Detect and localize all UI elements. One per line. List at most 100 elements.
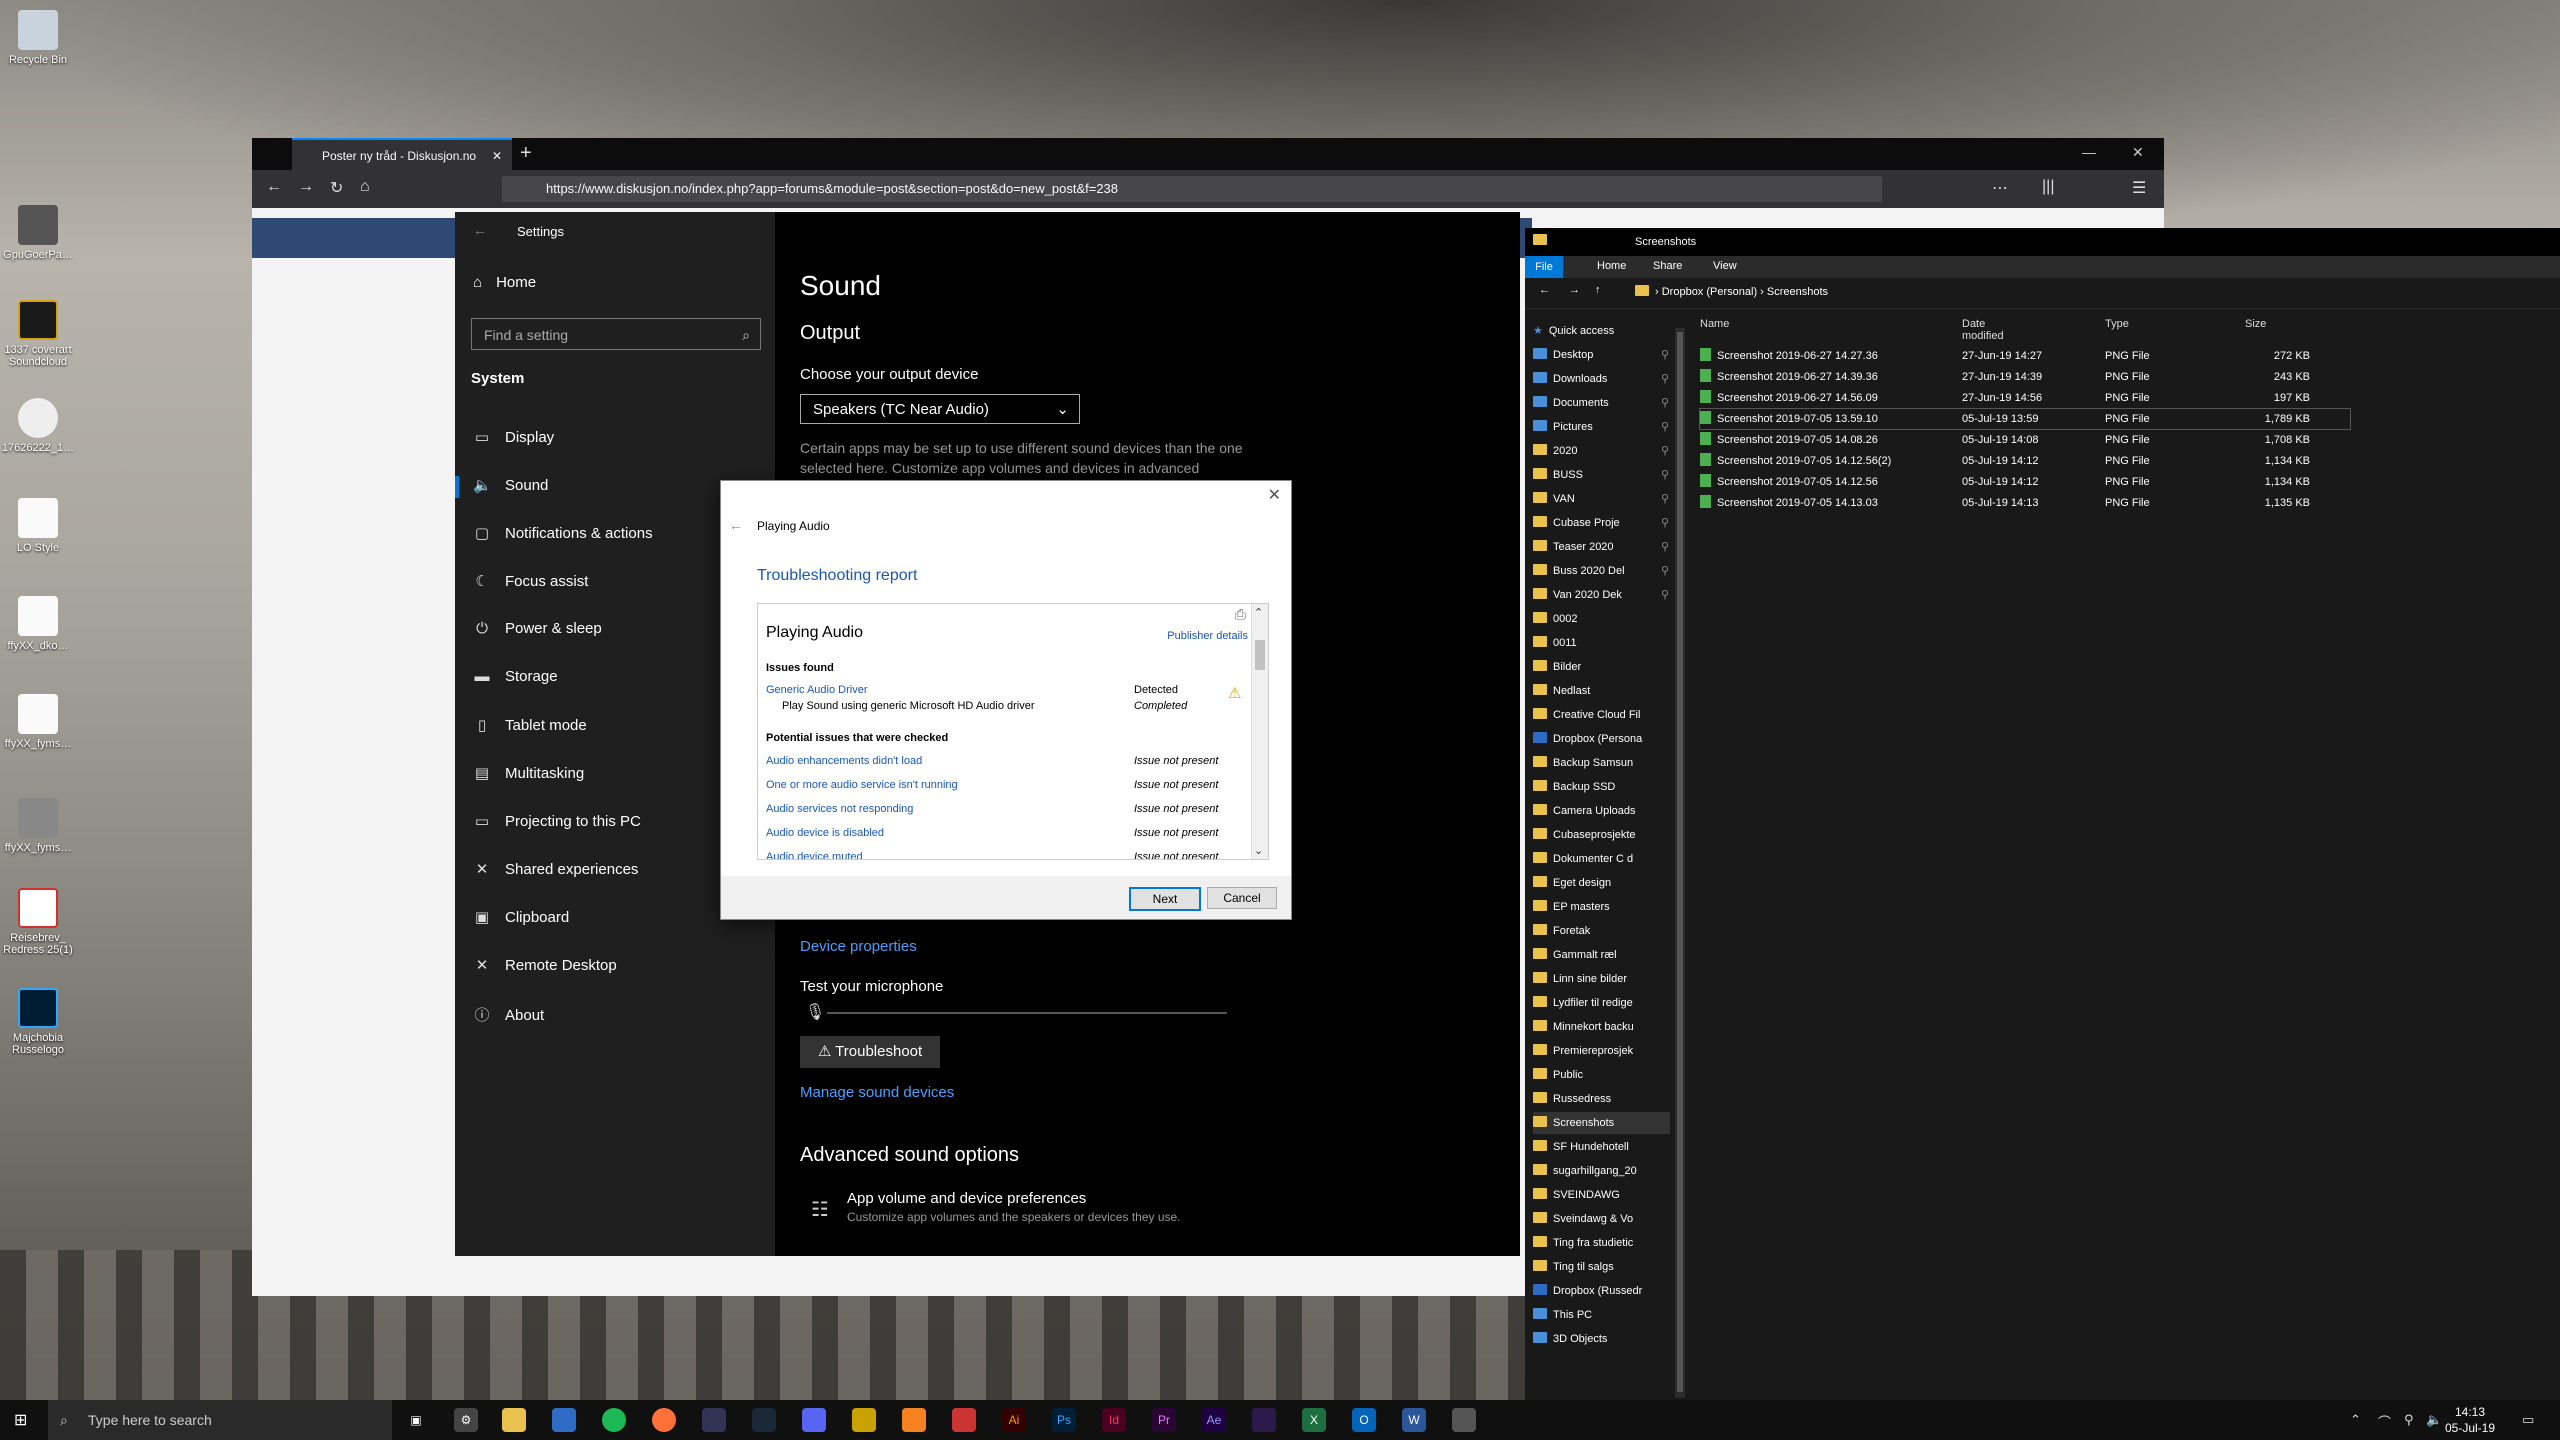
nav-item[interactable]: Gammalt ræl — [1533, 944, 1670, 966]
nav-item[interactable]: Cubaseprosjekte — [1533, 824, 1670, 846]
ribbon-tab-home[interactable]: Home — [1597, 260, 1626, 272]
nav-item[interactable]: Desktop ⚲ — [1533, 344, 1670, 366]
premiere-icon[interactable]: Pr — [1152, 1408, 1176, 1432]
nav-item[interactable]: Backup SSD — [1533, 776, 1670, 798]
scroll-down-icon[interactable]: ⌄ — [1254, 844, 1263, 857]
photoshop-icon[interactable]: Ps — [1052, 1408, 1076, 1432]
more-icon[interactable]: ⋯ — [1992, 178, 2008, 198]
network-icon[interactable]: ⌒ — [2378, 1412, 2391, 1431]
mail-icon[interactable] — [552, 1408, 576, 1432]
steam-icon[interactable] — [752, 1408, 776, 1432]
nav-item[interactable]: 3D Objects — [1533, 1328, 1670, 1350]
device-properties-link[interactable]: Device properties — [800, 938, 917, 955]
nav-item[interactable]: VAN ⚲ — [1533, 488, 1670, 510]
troubleshoot-button[interactable]: ⚠ Troubleshoot — [800, 1036, 940, 1068]
reload-icon[interactable]: ↻ — [330, 178, 343, 198]
sidebar-item-remote-desktop[interactable]: ✕ Remote Desktop — [473, 956, 617, 974]
nav-item[interactable]: 2020 ⚲ — [1533, 440, 1670, 462]
back-icon[interactable]: ← — [266, 178, 282, 196]
scroll-thumb[interactable] — [1677, 332, 1683, 1392]
back-icon[interactable]: ← — [1539, 284, 1550, 296]
nav-item[interactable]: Dropbox (Russedr — [1533, 1280, 1670, 1302]
indesign-icon[interactable]: Id — [1102, 1408, 1126, 1432]
taskbar-search-input[interactable]: ⌕ Type here to search — [48, 1400, 392, 1440]
desktop-icon[interactable]: 1337 coverart Soundcloud — [0, 300, 76, 368]
ribbon-tab-file[interactable]: File — [1525, 256, 1563, 278]
sidebar-item-about[interactable]: ⓘ About — [473, 1004, 544, 1025]
nav-item[interactable]: Bilder — [1533, 656, 1670, 678]
sidebar-item-sound[interactable]: 🔈 Sound — [473, 476, 548, 494]
nav-item[interactable]: Linn sine bilder — [1533, 968, 1670, 990]
usb-icon[interactable]: ⚲ — [2404, 1412, 2414, 1428]
nav-item[interactable]: Foretak — [1533, 920, 1670, 942]
desktop-icon[interactable]: ffyXX_fyms… — [0, 798, 76, 854]
nav-item[interactable]: 0011 — [1533, 632, 1670, 654]
file-row[interactable]: Screenshot 2019-07-05 14.08.26 05-Jul-19 … — [1700, 430, 2350, 450]
nav-item[interactable]: ★ Quick access — [1533, 320, 1670, 342]
app-icon[interactable] — [952, 1408, 976, 1432]
nav-item[interactable]: Premiereprosjek — [1533, 1040, 1670, 1062]
desktop-icon[interactable]: ffyXX_dko… — [0, 596, 76, 652]
checked-issue-link[interactable]: Audio device is disabled — [766, 827, 884, 839]
clock[interactable]: 14:13 05-Jul-19 — [2440, 1404, 2500, 1436]
back-icon[interactable]: ← — [473, 222, 487, 238]
after-effects-icon[interactable]: Ae — [1202, 1408, 1226, 1432]
nav-item[interactable]: Ting fra studietic — [1533, 1232, 1670, 1254]
checked-issue-link[interactable]: One or more audio service isn't running — [766, 779, 958, 791]
nav-item[interactable]: Ting til salgs — [1533, 1256, 1670, 1278]
column-type[interactable]: Type — [2105, 318, 2129, 330]
checked-issue-link[interactable]: Audio enhancements didn't load — [766, 755, 922, 767]
nav-scrollbar[interactable] — [1675, 328, 1685, 1398]
menu-icon[interactable]: ☰ — [2132, 178, 2146, 198]
browser-tab[interactable]: Poster ny tråd - Diskusjon.no ✕ — [292, 138, 512, 170]
scroll-up-icon[interactable]: ⌃ — [1254, 606, 1263, 619]
nav-item[interactable]: Documents ⚲ — [1533, 392, 1670, 414]
illustrator-icon[interactable]: Ai — [1002, 1408, 1026, 1432]
close-window-icon[interactable]: ✕ — [2132, 144, 2144, 161]
sidebar-item-display[interactable]: ▭ Display — [473, 428, 554, 446]
checked-issue-link[interactable]: Audio device muted — [766, 851, 863, 859]
column-date-modified[interactable]: Date modified — [1962, 318, 2004, 342]
settings-home[interactable]: ⌂ Home — [473, 274, 536, 291]
checked-issue-link[interactable]: Audio services not responding — [766, 803, 913, 815]
firefox-icon[interactable] — [652, 1408, 676, 1432]
cancel-button[interactable]: Cancel — [1207, 887, 1277, 909]
sidebar-item-tablet-mode[interactable]: ▯ Tablet mode — [473, 716, 587, 734]
file-row[interactable]: Screenshot 2019-07-05 13.59.10 05-Jul-19 … — [1699, 408, 2351, 430]
nav-item[interactable]: Pictures ⚲ — [1533, 416, 1670, 438]
word-icon[interactable]: W — [1402, 1408, 1426, 1432]
nav-item[interactable]: Sveindawg & Vo — [1533, 1208, 1670, 1230]
nav-item[interactable]: Public — [1533, 1064, 1670, 1086]
column-size[interactable]: Size — [2245, 318, 2266, 330]
manage-devices-link[interactable]: Manage sound devices — [800, 1084, 954, 1101]
sidebar-item-shared-experiences[interactable]: ✕ Shared experiences — [473, 860, 639, 878]
desktop-icon[interactable]: ffyXX_fyms… — [0, 694, 76, 750]
nav-item[interactable]: Camera Uploads — [1533, 800, 1670, 822]
column-name[interactable]: Name — [1700, 318, 1729, 330]
nav-item[interactable]: BUSS ⚲ — [1533, 464, 1670, 486]
forward-icon[interactable]: → — [298, 178, 314, 196]
address-bar[interactable]: ← → ↑ › Dropbox (Personal) › Screenshots — [1525, 278, 2560, 309]
sidebar-item-notifications[interactable]: ▢ Notifications & actions — [473, 524, 653, 542]
desktop-icon[interactable]: Majchobia Russelogo — [0, 988, 76, 1056]
nav-item[interactable]: sugarhillgang_20 — [1533, 1160, 1670, 1182]
up-icon[interactable]: ↑ — [1595, 284, 1601, 296]
ribbon-tab-share[interactable]: Share — [1653, 260, 1682, 272]
app-icon[interactable] — [1252, 1408, 1276, 1432]
app-icon[interactable] — [852, 1408, 876, 1432]
action-center-icon[interactable]: ▭ — [2522, 1412, 2534, 1428]
task-view-icon[interactable]: ▣ — [404, 1408, 428, 1432]
nav-item[interactable]: Eget design — [1533, 872, 1670, 894]
settings-search-input[interactable]: Find a setting ⌕ — [471, 318, 761, 350]
nav-item[interactable]: Nedlast — [1533, 680, 1670, 702]
output-device-select[interactable]: Speakers (TC Near Audio) ⌄ — [800, 394, 1080, 424]
nav-item[interactable]: Screenshots — [1533, 1112, 1670, 1134]
printer-icon[interactable]: ⎙ — [1235, 606, 1246, 623]
app-volume-link[interactable]: App volume and device preferences — [847, 1190, 1086, 1207]
ribbon-tab-view[interactable]: View — [1713, 260, 1737, 272]
nav-item[interactable]: Buss 2020 Del ⚲ — [1533, 560, 1670, 582]
settings-gear-icon[interactable]: ⚙ — [454, 1408, 478, 1432]
breadcrumb-root[interactable]: Dropbox (Personal) — [1662, 286, 1757, 298]
discord-icon[interactable] — [802, 1408, 826, 1432]
library-icon[interactable]: ||| — [2042, 178, 2054, 196]
